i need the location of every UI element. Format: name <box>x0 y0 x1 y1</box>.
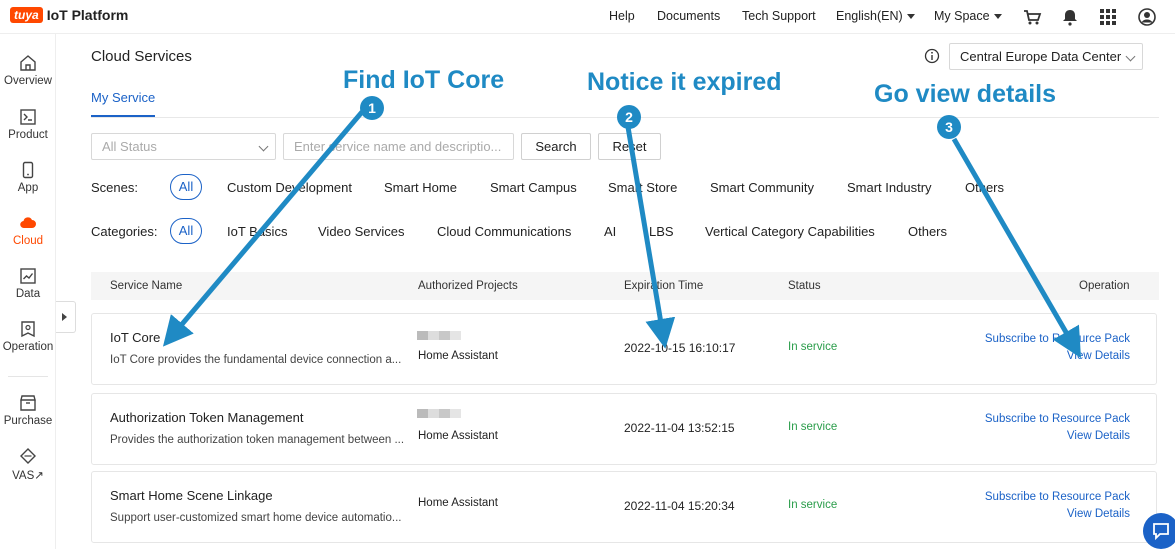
chat-support-button[interactable] <box>1143 513 1175 549</box>
annotation-number: 3 <box>937 115 961 139</box>
arrow-2 <box>625 126 676 349</box>
arrow-1 <box>162 110 364 347</box>
annotation-text: Find IoT Core <box>343 66 505 94</box>
arrow-3 <box>951 137 1082 359</box>
chat-icon <box>1153 523 1169 541</box>
annotation-text: Notice it expired <box>587 68 782 96</box>
annotation-number: 1 <box>360 96 384 120</box>
annotation-number: 2 <box>617 105 641 129</box>
annotation-text: Go view details <box>874 80 1057 108</box>
